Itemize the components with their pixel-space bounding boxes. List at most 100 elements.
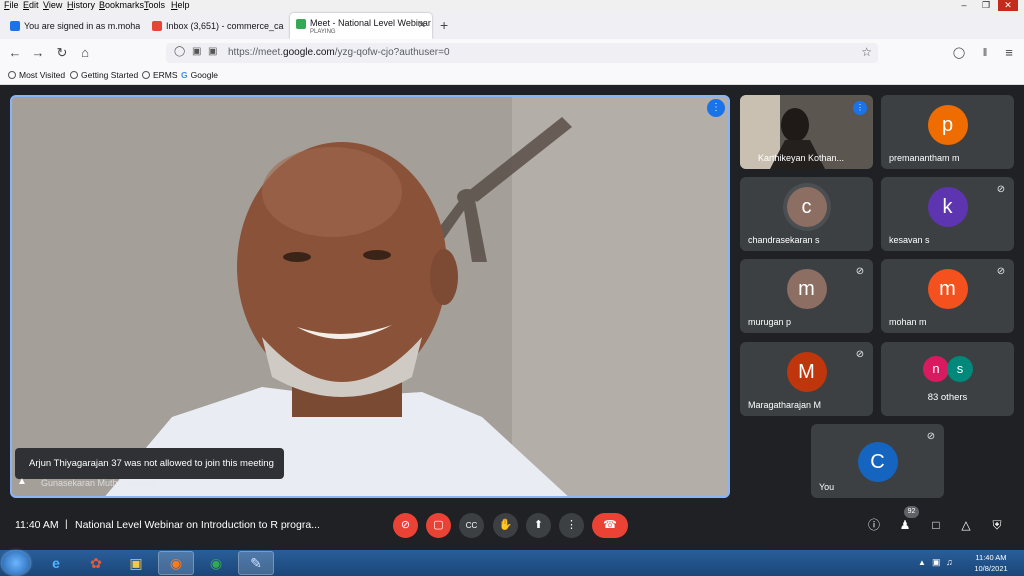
avatar: s — [947, 356, 973, 382]
library-icon[interactable]: ‖ — [977, 45, 993, 61]
firefox-icon[interactable]: ◉ — [158, 551, 194, 575]
paint-icon[interactable]: ✎ — [238, 551, 274, 575]
bookmark-most-visited[interactable]: Most Visited — [8, 70, 65, 80]
star-icon[interactable]: ☆ — [861, 45, 872, 59]
menu-view[interactable]: View — [43, 0, 62, 11]
restore-icon[interactable]: ❐ — [976, 0, 996, 11]
host-controls-icon[interactable]: ⛨ — [988, 516, 1006, 534]
captions-button[interactable]: CC — [459, 513, 484, 538]
mic-off-icon: ⊘ — [855, 349, 865, 360]
lock-icon[interactable]: ▣ — [192, 46, 201, 57]
avatar: n — [923, 356, 949, 382]
avatar: c — [786, 187, 827, 227]
mic-off-icon: ⊘ — [926, 431, 936, 442]
meet-icon — [296, 19, 306, 29]
join-denied-toast: Arjun Thiyagarajan 37 was not allowed to… — [15, 448, 284, 479]
participant-tile-you[interactable]: C You ⊘ — [811, 424, 944, 498]
participant-tile-karthikeyan[interactable]: Karthikeyan Kothan... ⋮ — [740, 95, 873, 169]
gear-icon — [8, 71, 16, 79]
folder-icon[interactable]: ▣ — [118, 551, 154, 575]
info-icon[interactable]: ⓘ — [865, 516, 883, 534]
participant-tile-others[interactable]: n s 83 others — [881, 342, 1014, 416]
menu-hamburger-icon[interactable]: ≡ — [1001, 45, 1017, 61]
participant-tile-chandrasekaran[interactable]: c chandrasekaran s — [740, 177, 873, 251]
google-icon: G — [181, 70, 188, 80]
taskbar-time[interactable]: 11:40 AM — [966, 553, 1016, 562]
mic-off-icon: ⊘ — [996, 184, 1006, 195]
tab-meet[interactable]: Meet - National Level Webinar PLAYING ✕ — [290, 13, 432, 39]
mic-off-button[interactable]: ⊘ — [393, 513, 418, 538]
avatar: C — [857, 442, 898, 482]
participant-tile-premanantham[interactable]: p premanantham m — [881, 95, 1014, 169]
internet-explorer-icon[interactable]: e — [38, 551, 74, 575]
globe-icon — [70, 71, 78, 79]
tab-strip: You are signed in as m.mohan Inbox (3,65… — [0, 11, 1024, 39]
menu-file[interactable]: File — [4, 0, 19, 11]
speaker-name: Gunasekaran Muthukrishnan — [41, 478, 157, 488]
pin-icon[interactable]: ▲ — [17, 476, 29, 488]
avatar: m — [927, 269, 968, 309]
bookmarks-bar: Most Visited Getting Started ERMS G Googl… — [0, 67, 1024, 85]
window-controls: – ❐ ✕ — [954, 0, 1024, 11]
menu-tools[interactable]: Tools — [144, 0, 165, 11]
camera-permission-icon[interactable]: ▣ — [208, 46, 217, 57]
raise-hand-button[interactable]: ✋ — [493, 513, 518, 538]
shield-icon[interactable]: ◯ — [174, 46, 185, 57]
network-icon[interactable]: ▣ — [932, 557, 941, 568]
participant-tile-maragatharajan[interactable]: M Maragatharajan M ⊘ — [740, 342, 873, 416]
separator: | — [65, 519, 68, 530]
menu-bookmarks[interactable]: Bookmarks — [99, 0, 144, 11]
others-count: 83 others — [927, 392, 968, 403]
chat-icon[interactable]: □ — [927, 516, 945, 534]
taskbar-date[interactable]: 10/8/2021 — [966, 564, 1016, 573]
menu-help[interactable]: Help — [171, 0, 190, 11]
address-bar[interactable]: ◯ ▣ ▣ https://meet.google.com/yzg-qofw-c… — [166, 43, 878, 63]
close-tab-icon[interactable]: ✕ — [418, 13, 426, 39]
bookmark-getting-started[interactable]: Getting Started — [70, 70, 138, 80]
bookmark-erms[interactable]: ERMS — [142, 70, 178, 80]
participant-tile-murugan[interactable]: m murugan p ⊘ — [740, 259, 873, 333]
present-screen-button[interactable]: ⬆ — [526, 513, 551, 538]
speaker-video-frame — [12, 97, 728, 496]
leave-call-button[interactable]: ☎ — [592, 513, 628, 538]
avatar: p — [927, 105, 968, 145]
participant-tile-kesavan[interactable]: k kesavan s ⊘ — [881, 177, 1014, 251]
back-icon[interactable]: ← — [7, 45, 23, 61]
tray-arrow-icon[interactable]: ▲ — [918, 558, 926, 567]
minimize-icon[interactable]: – — [954, 0, 974, 11]
speaking-indicator-icon: ⋮ — [853, 101, 867, 115]
meeting-clock: 11:40 AM — [15, 519, 59, 531]
reload-icon[interactable]: ↻ — [54, 45, 70, 61]
people-icon[interactable]: ♟ — [896, 516, 914, 534]
more-options-button[interactable]: ⋮ — [559, 513, 584, 538]
s-icon — [10, 21, 20, 31]
participant-tile-mohan[interactable]: m mohan m ⊘ — [881, 259, 1014, 333]
main-speaker-video[interactable] — [10, 95, 730, 498]
forward-icon[interactable]: → — [30, 45, 46, 61]
close-window-icon[interactable]: ✕ — [998, 0, 1018, 11]
volume-icon[interactable]: ♫ — [946, 557, 953, 567]
app-icon[interactable]: ✿ — [78, 551, 114, 575]
menu-history[interactable]: History — [67, 0, 95, 11]
mic-off-icon: ⊘ — [855, 266, 865, 277]
avatar: M — [786, 352, 827, 392]
system-tray: ▲ ▣ ♫ 11:40 AM 10/8/2021 — [914, 550, 1024, 576]
activities-icon[interactable]: △ — [957, 516, 975, 534]
tab-signed-in[interactable]: You are signed in as m.mohan — [4, 13, 140, 39]
url-text: https://meet.google.com/yzg-qofw-cjo?aut… — [228, 47, 450, 58]
bookmark-google[interactable]: G Google — [181, 70, 218, 80]
menu-edit[interactable]: Edit — [23, 0, 39, 11]
home-icon[interactable]: ⌂ — [77, 45, 93, 61]
new-tab-icon[interactable]: + — [440, 17, 448, 33]
meeting-title: National Level Webinar on Introduction t… — [75, 519, 320, 531]
chrome-icon[interactable]: ◉ — [198, 551, 234, 575]
camera-off-button[interactable]: ▢ — [426, 513, 451, 538]
start-button[interactable] — [2, 551, 30, 575]
globe-icon — [142, 71, 150, 79]
gmail-icon — [152, 21, 162, 31]
pocket-icon[interactable]: ◯ — [951, 45, 967, 61]
avatar: k — [927, 187, 968, 227]
tab-inbox[interactable]: Inbox (3,651) - commerce_ca@ — [146, 13, 284, 39]
people-count-badge: 92 — [904, 506, 919, 518]
avatar: m — [786, 269, 827, 309]
